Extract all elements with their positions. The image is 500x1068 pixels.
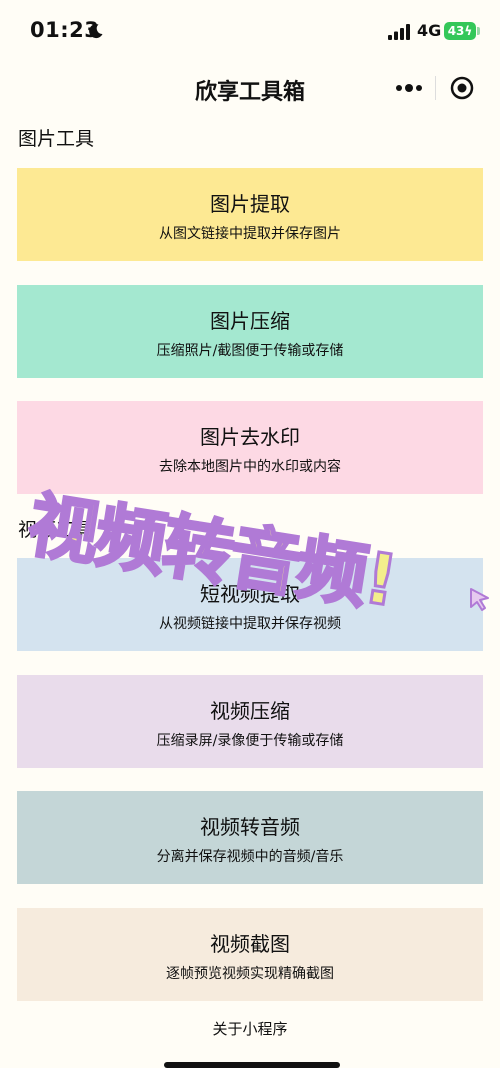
status-bar: 01:23 4G 43ϟ [0,0,500,62]
card-title: 视频转音频 [200,815,300,839]
card-subtitle: 压缩照片/截图便于传输或存储 [156,343,344,359]
card-title: 视频压缩 [210,699,290,723]
battery-level: 43 [447,24,465,38]
battery-nub [477,27,480,35]
card-subtitle: 压缩录屏/录像便于传输或存储 [156,733,344,749]
card-video-to-audio[interactable]: 视频转音频 分离并保存视频中的音频/音乐 [17,791,483,884]
network-type: 4G [417,21,442,40]
capsule-divider [435,76,436,100]
battery-indicator: 43ϟ [444,22,476,40]
more-icon[interactable] [394,78,424,98]
card-title: 图片去水印 [200,425,300,449]
card-image-compress[interactable]: 图片压缩 压缩照片/截图便于传输或存储 [17,285,483,378]
home-indicator [164,1062,340,1068]
menu-capsule [384,68,488,108]
about-mini-program-link[interactable]: 关于小程序 [0,1018,500,1039]
charging-icon: ϟ [464,24,473,38]
signal-icon [388,24,410,40]
cursor-icon [470,588,489,611]
card-subtitle: 从图文链接中提取并保存图片 [159,226,341,242]
card-video-screenshot[interactable]: 视频截图 逐帧预览视频实现精确截图 [17,908,483,1001]
card-subtitle: 逐帧预览视频实现精确截图 [166,966,334,982]
card-title: 图片压缩 [210,309,290,333]
moon-icon [89,24,103,39]
card-title: 图片提取 [210,192,290,216]
section-title-image-tools: 图片工具 [18,128,95,150]
target-icon[interactable] [450,76,474,100]
card-image-extract[interactable]: 图片提取 从图文链接中提取并保存图片 [17,168,483,261]
card-video-compress[interactable]: 视频压缩 压缩录屏/录像便于传输或存储 [17,675,483,768]
card-title: 视频截图 [210,932,290,956]
card-subtitle: 去除本地图片中的水印或内容 [159,459,341,475]
card-subtitle: 分离并保存视频中的音频/音乐 [156,849,344,865]
